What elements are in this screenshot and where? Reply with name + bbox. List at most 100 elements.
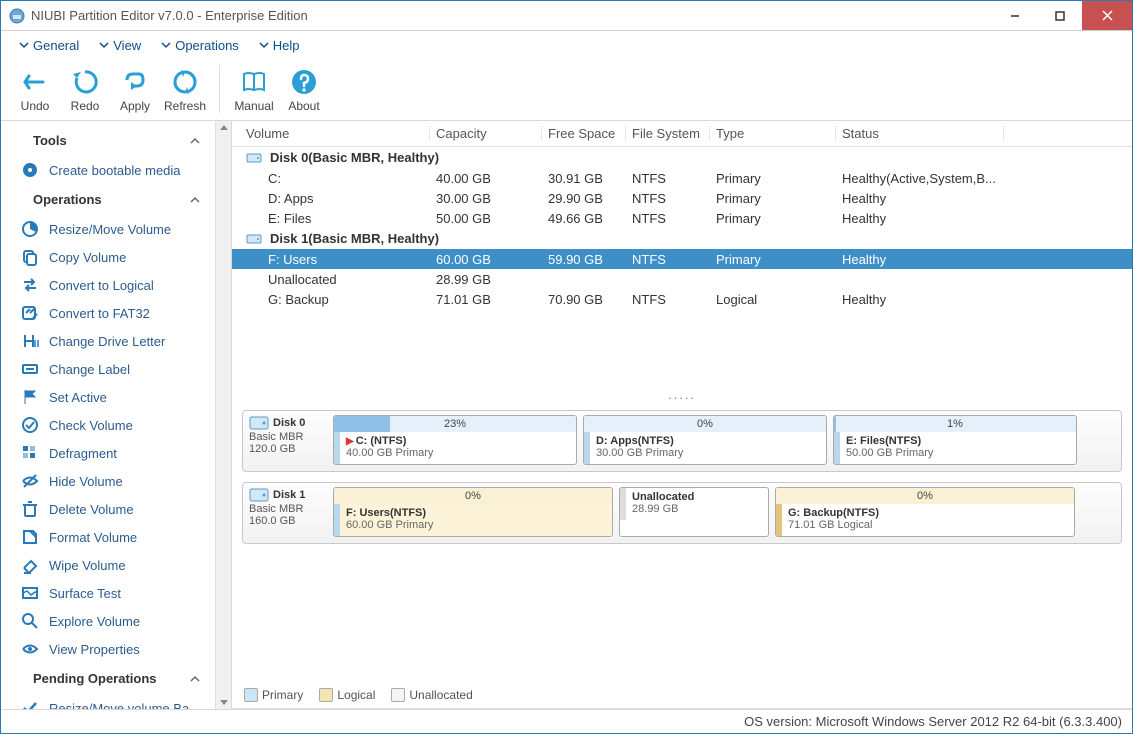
apply-button[interactable]: Apply — [111, 65, 159, 113]
section-header-pending-operations[interactable]: Pending Operations — [1, 663, 215, 694]
sidebar-item-set-active[interactable]: Set Active — [1, 383, 215, 411]
sidebar-item-resize-move-volume-ba-[interactable]: Resize/Move volume Ba... — [1, 694, 215, 709]
active-flag-icon: ▶ — [346, 436, 354, 447]
manual-button[interactable]: Manual — [230, 65, 278, 113]
col-capacity[interactable]: Capacity — [430, 126, 542, 141]
chevron-up-icon — [189, 135, 201, 147]
partition-block[interactable]: 0%F: Users(NTFS)60.00 GB Primary — [333, 487, 613, 537]
sidebar-item-view-properties[interactable]: View Properties — [1, 635, 215, 663]
disk-map: Disk 1Basic MBR160.0 GB0%F: Users(NTFS)6… — [242, 482, 1122, 544]
redo-button[interactable]: Redo — [61, 65, 109, 113]
splitter[interactable]: ..... — [232, 385, 1132, 404]
disk-info: Disk 0Basic MBR120.0 GB — [249, 415, 327, 465]
sidebar-scrollbar[interactable] — [215, 121, 231, 709]
chevron-down-icon — [259, 40, 269, 50]
sidebar-item-format-volume[interactable]: Format Volume — [1, 523, 215, 551]
menu-operations[interactable]: Operations — [153, 36, 247, 55]
sidebar-item-explore-volume[interactable]: Explore Volume — [1, 607, 215, 635]
section-header-operations[interactable]: Operations — [1, 184, 215, 215]
letter-icon — [21, 332, 39, 350]
content-area: Volume Capacity Free Space File System T… — [231, 121, 1132, 709]
chevron-down-icon — [19, 40, 29, 50]
sidebar-item-convert-to-fat32[interactable]: Convert to FAT32 — [1, 299, 215, 327]
chevron-down-icon — [161, 40, 171, 50]
drive-icon — [249, 487, 269, 503]
sidebar-item-convert-to-logical[interactable]: Convert to Logical — [1, 271, 215, 299]
legend-logical: Logical — [337, 688, 375, 702]
partition-block[interactable]: 23%▶C: (NTFS)40.00 GB Primary — [333, 415, 577, 465]
section-header-tools[interactable]: Tools — [1, 125, 215, 156]
sidebar-item-resize-move-volume[interactable]: Resize/Move Volume — [1, 215, 215, 243]
undo-icon — [11, 65, 59, 99]
search-icon — [21, 612, 39, 630]
redo-icon — [61, 65, 109, 99]
disk-header-row[interactable]: Disk 1(Basic MBR, Healthy) — [240, 228, 1132, 249]
partition-block[interactable]: Unallocated28.99 GB — [619, 487, 769, 537]
sidebar-item-change-drive-letter[interactable]: Change Drive Letter — [1, 327, 215, 355]
volume-row[interactable]: D: Apps30.00 GB29.90 GBNTFSPrimaryHealth… — [240, 188, 1132, 208]
statusbar: OS version: Microsoft Windows Server 201… — [1, 709, 1132, 733]
col-filesystem[interactable]: File System — [626, 126, 710, 141]
col-type[interactable]: Type — [710, 126, 836, 141]
partition-block[interactable]: 0%G: Backup(NTFS)71.01 GB Logical — [775, 487, 1075, 537]
copy-icon — [21, 248, 39, 266]
close-button[interactable] — [1082, 1, 1132, 30]
sidebar-item-check-volume[interactable]: Check Volume — [1, 411, 215, 439]
app-icon — [9, 8, 25, 24]
apply-icon — [111, 65, 159, 99]
arrows-icon — [21, 276, 39, 294]
sidebar-item-delete-volume[interactable]: Delete Volume — [1, 495, 215, 523]
sidebar-item-defragment[interactable]: Defragment — [1, 439, 215, 467]
sidebar-item-change-label[interactable]: Change Label — [1, 355, 215, 383]
disk-map-panel: Disk 0Basic MBR120.0 GB23%▶C: (NTFS)40.0… — [232, 404, 1132, 560]
sidebar-item-wipe-volume[interactable]: Wipe Volume — [1, 551, 215, 579]
convert-icon — [21, 304, 39, 322]
partition-block[interactable]: 0%D: Apps(NTFS)30.00 GB Primary — [583, 415, 827, 465]
disk-info: Disk 1Basic MBR160.0 GB — [249, 487, 327, 537]
legend-primary: Primary — [262, 688, 303, 702]
menu-help[interactable]: Help — [251, 36, 308, 55]
sidebar-item-surface-test[interactable]: Surface Test — [1, 579, 215, 607]
disk-icon — [246, 151, 262, 165]
menu-general[interactable]: General — [11, 36, 87, 55]
toolbar: UndoRedoApplyRefresh ManualAbout — [1, 59, 1132, 121]
sidebar-item-copy-volume[interactable]: Copy Volume — [1, 243, 215, 271]
manual-icon — [230, 65, 278, 99]
window-title: NIUBI Partition Editor v7.0.0 - Enterpri… — [31, 8, 992, 23]
volume-row[interactable]: E: Files50.00 GB49.66 GBNTFSPrimaryHealt… — [240, 208, 1132, 228]
col-freespace[interactable]: Free Space — [542, 126, 626, 141]
menu-view[interactable]: View — [91, 36, 149, 55]
disk-icon — [246, 232, 262, 246]
about-icon — [280, 65, 328, 99]
flag-icon — [21, 388, 39, 406]
col-volume[interactable]: Volume — [240, 126, 430, 141]
col-status[interactable]: Status — [836, 126, 1004, 141]
minimize-button[interactable] — [992, 1, 1037, 30]
eye-off-icon — [21, 472, 39, 490]
os-version-text: OS version: Microsoft Windows Server 201… — [744, 714, 1122, 729]
sidebar-item-hide-volume[interactable]: Hide Volume — [1, 467, 215, 495]
disk-header-row[interactable]: Disk 0(Basic MBR, Healthy) — [240, 147, 1132, 168]
volume-row[interactable]: G: Backup71.01 GB70.90 GBNTFSLogicalHeal… — [240, 289, 1132, 309]
surface-icon — [21, 584, 39, 602]
label-icon — [21, 360, 39, 378]
titlebar: NIUBI Partition Editor v7.0.0 - Enterpri… — [1, 1, 1132, 31]
refresh-button[interactable]: Refresh — [161, 65, 209, 113]
about-button[interactable]: About — [280, 65, 328, 113]
refresh-icon — [161, 65, 209, 99]
menubar: GeneralViewOperationsHelp — [1, 31, 1132, 59]
eye-icon — [21, 640, 39, 658]
volume-row[interactable]: Unallocated28.99 GB — [240, 269, 1132, 289]
partition-block[interactable]: 1%E: Files(NTFS)50.00 GB Primary — [833, 415, 1077, 465]
undo-button[interactable]: Undo — [11, 65, 59, 113]
sidebar-item-create-bootable-media[interactable]: Create bootable media — [1, 156, 215, 184]
checkmark-icon — [21, 699, 39, 709]
drive-icon — [249, 415, 269, 431]
sidebar: ToolsCreate bootable mediaOperationsResi… — [1, 121, 215, 709]
legend: Primary Logical Unallocated — [232, 682, 1132, 709]
volume-row[interactable]: C:40.00 GB30.91 GBNTFSPrimaryHealthy(Act… — [240, 168, 1132, 188]
format-icon — [21, 528, 39, 546]
check-icon — [21, 416, 39, 434]
maximize-button[interactable] — [1037, 1, 1082, 30]
volume-row[interactable]: F: Users60.00 GB59.90 GBNTFSPrimaryHealt… — [232, 249, 1132, 269]
